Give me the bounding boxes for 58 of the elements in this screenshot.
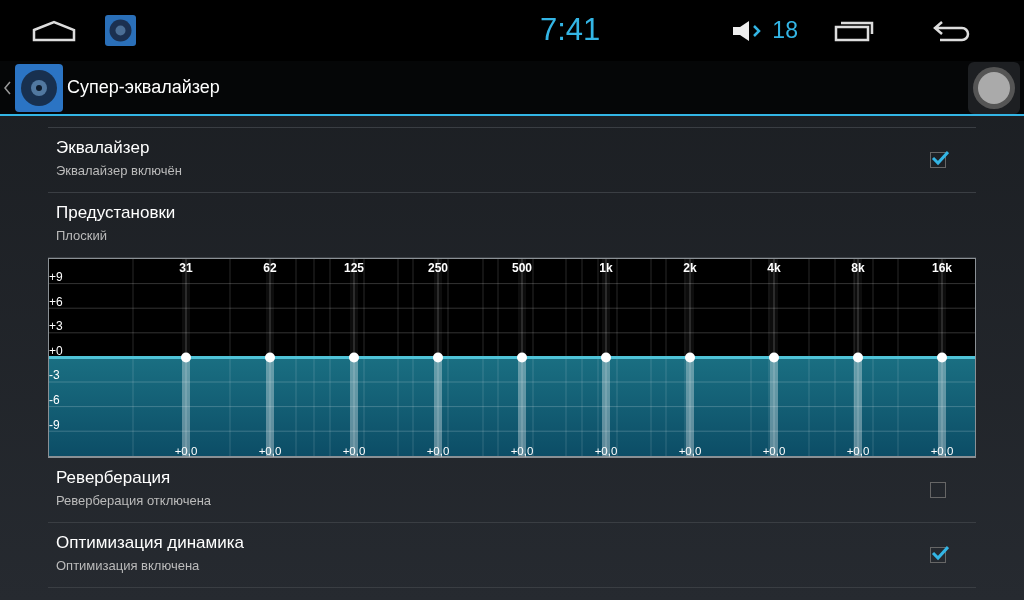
- band-handle[interactable]: [853, 352, 863, 363]
- band-handle[interactable]: [433, 352, 443, 363]
- band-handle[interactable]: [769, 352, 779, 363]
- axis-label: -6: [49, 393, 60, 407]
- band-frequency: 31: [179, 261, 193, 275]
- back-icon[interactable]: [931, 19, 972, 42]
- speaker-app-icon[interactable]: [15, 63, 63, 112]
- band-gain: +0,0: [678, 445, 702, 457]
- checkbox[interactable]: [930, 152, 946, 168]
- checkbox[interactable]: [930, 482, 946, 498]
- band-gain: +0,0: [174, 445, 198, 457]
- axis-label: -9: [49, 417, 60, 432]
- band-handle[interactable]: [517, 352, 527, 363]
- band-handle[interactable]: [265, 352, 275, 363]
- band-frequency: 62: [263, 261, 277, 275]
- band-frequency: 8k: [851, 261, 865, 275]
- band-gain: +0,0: [930, 445, 954, 457]
- band-gain: +0,0: [510, 445, 534, 457]
- setting-summary: Эквалайзер включён: [56, 162, 182, 181]
- axis-label: +6: [49, 294, 63, 309]
- axis-label: +9: [49, 270, 63, 284]
- axis-label: +3: [49, 319, 63, 334]
- setting-summary: Реверберация отключена: [56, 492, 212, 511]
- axis-label: +0: [49, 343, 63, 358]
- checkbox[interactable]: [930, 547, 946, 563]
- band-gain: +0,0: [846, 445, 870, 457]
- setting-title: Эквалайзер: [56, 137, 150, 159]
- volume-level: 18: [772, 16, 798, 46]
- round-button-icon[interactable]: [968, 61, 1020, 114]
- band-gain: +0,0: [426, 445, 450, 457]
- band-frequency: 1k: [599, 261, 613, 275]
- band-handle[interactable]: [349, 352, 359, 363]
- home-icon[interactable]: [32, 19, 76, 42]
- band-frequency: 4k: [767, 261, 781, 275]
- band-handle[interactable]: [181, 352, 191, 363]
- setting-title: Реверберация: [56, 467, 171, 489]
- band-frequency: 2k: [683, 261, 697, 275]
- setting-title: Предустановки: [56, 202, 176, 224]
- band-gain: +0,0: [594, 445, 618, 457]
- speaker-app-icon[interactable]: [105, 15, 136, 46]
- band-frequency: 250: [428, 261, 448, 275]
- up-caret-icon[interactable]: [4, 80, 11, 95]
- band-handle[interactable]: [937, 352, 947, 363]
- setting-title: Оптимизация динамика: [56, 532, 244, 554]
- band-frequency: 125: [344, 261, 364, 275]
- setting-summary: Плоский: [56, 227, 108, 246]
- band-handle[interactable]: [685, 352, 695, 363]
- clock: 7:41: [540, 11, 601, 50]
- band-frequency: 500: [512, 261, 532, 275]
- app-title: Супер-эквалайзер: [67, 76, 220, 99]
- setting-summary: Оптимизация включена: [56, 557, 200, 576]
- band-gain: +0,0: [762, 445, 786, 457]
- band-gain: +0,0: [342, 445, 366, 457]
- band-frequency: 16k: [932, 261, 952, 275]
- band-handle[interactable]: [601, 352, 611, 363]
- band-gain: +0,0: [258, 445, 282, 457]
- recent-apps-icon[interactable]: [833, 19, 874, 42]
- axis-label: -3: [49, 368, 60, 383]
